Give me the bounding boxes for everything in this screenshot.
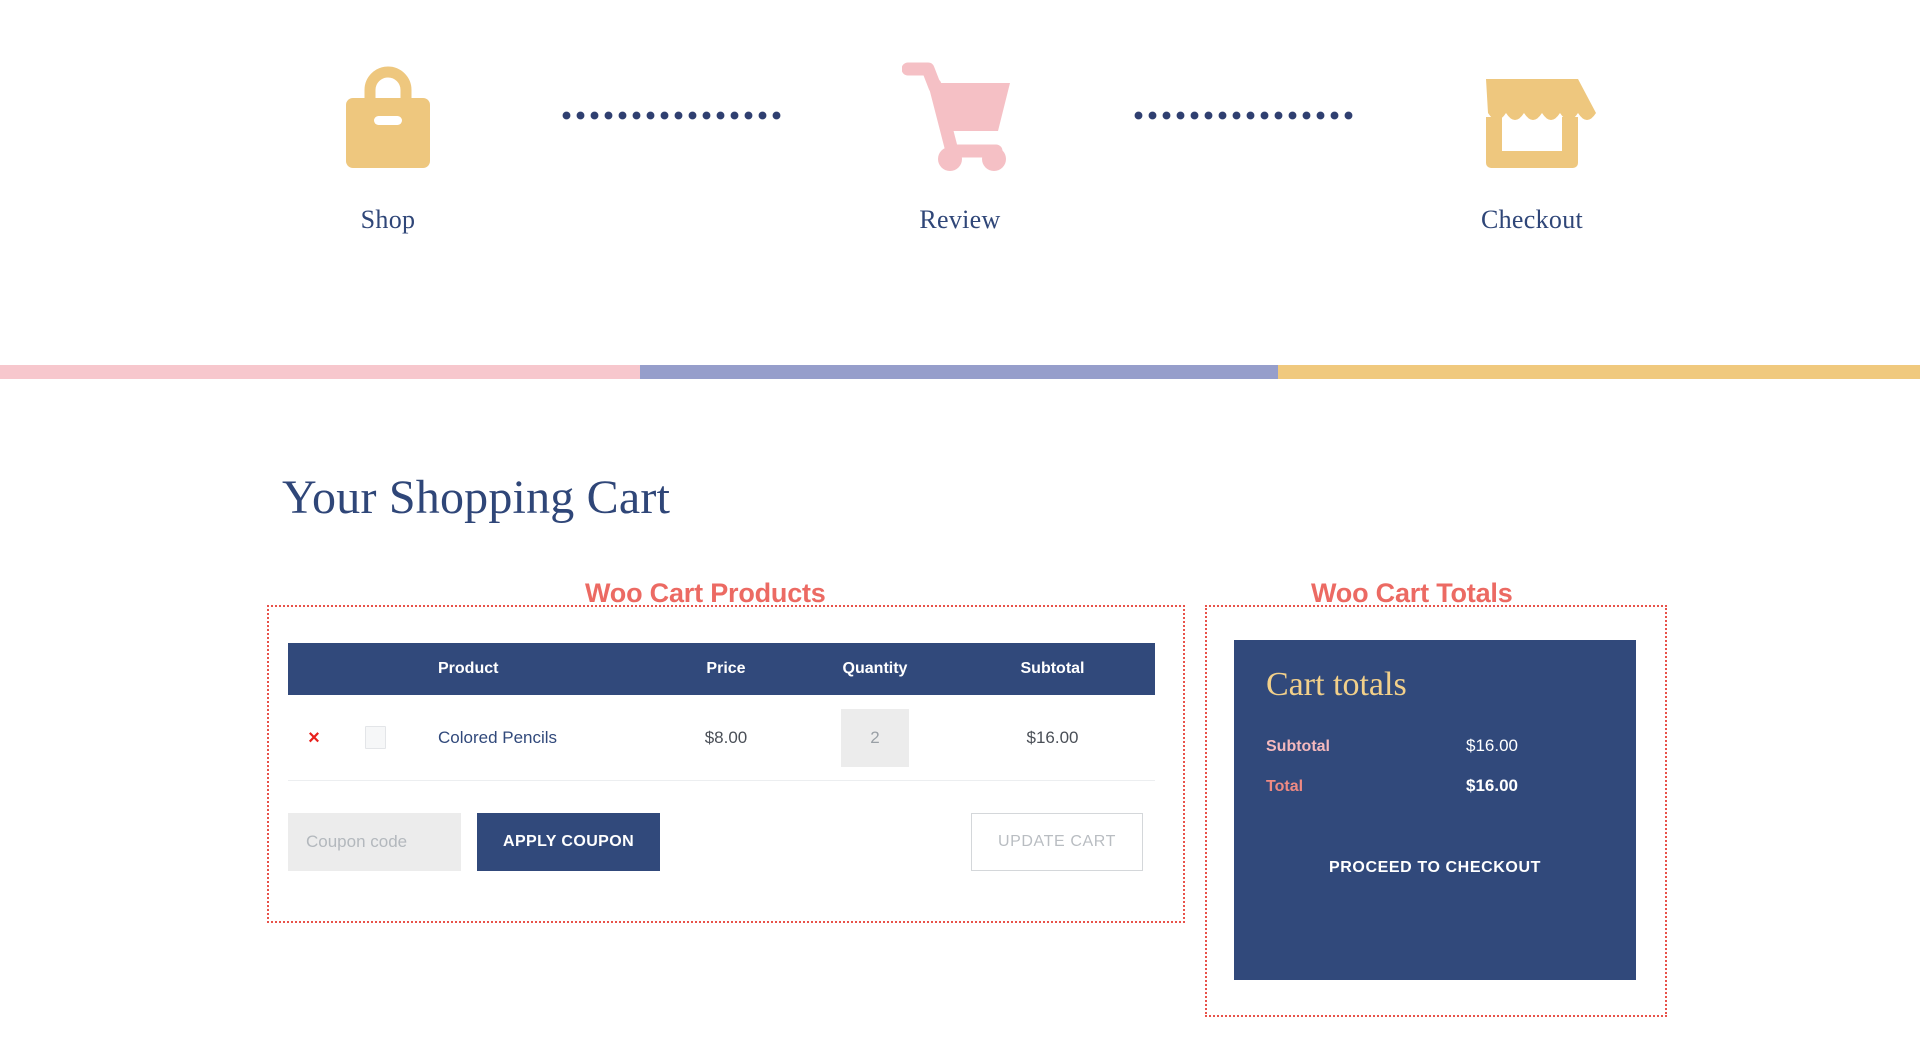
dotted-line-icon [1134, 110, 1358, 120]
remove-item-icon[interactable]: × [288, 728, 340, 748]
checkout-steps-header: Shop Review Checkout [0, 0, 1920, 379]
progress-strip [0, 365, 1920, 379]
coupon-row: APPLY COUPON UPDATE CART [288, 781, 1155, 891]
totals-row-total: Total $16.00 [1266, 776, 1604, 796]
shopping-cart-icon [902, 55, 1018, 175]
cart-totals-panel: Cart totals Subtotal $16.00 Total $16.00… [1234, 640, 1636, 980]
step-checkout-label: Checkout [1480, 205, 1584, 234]
steps-row: Shop Review Checkout [0, 0, 1920, 235]
page-title: Your Shopping Cart [282, 471, 671, 524]
shopping-bag-icon [340, 55, 436, 175]
cart-table-header: Product Price Quantity Subtotal [288, 643, 1155, 695]
step-review[interactable]: Review [834, 55, 1086, 235]
total-value: $16.00 [1466, 776, 1518, 795]
image-placeholder-icon [340, 726, 410, 749]
product-price: $8.00 [704, 727, 748, 747]
quantity-input[interactable] [841, 708, 909, 767]
connector-shop-review [514, 55, 834, 175]
product-cell: Colored Pencils [410, 728, 652, 748]
coupon-input[interactable] [288, 813, 461, 871]
column-price: Price [706, 660, 746, 677]
step-checkout[interactable]: Checkout [1406, 55, 1658, 235]
apply-coupon-button[interactable]: APPLY COUPON [477, 813, 661, 871]
quantity-cell [800, 708, 950, 767]
column-subtotal: Subtotal [1020, 660, 1085, 677]
product-name-link[interactable]: Colored Pencils [410, 728, 652, 748]
column-product: Product [438, 660, 499, 677]
total-label: Total [1266, 778, 1304, 795]
step-shop[interactable]: Shop [262, 55, 514, 235]
progress-segment-pink [0, 365, 640, 379]
step-shop-label: Shop [360, 205, 416, 234]
cart-totals-title: Cart totals [1266, 666, 1407, 703]
progress-segment-periwinkle [640, 365, 1278, 379]
progress-segment-gold [1278, 365, 1920, 379]
proceed-to-checkout-button[interactable]: PROCEED TO CHECKOUT [1266, 858, 1604, 878]
dotted-line-icon [562, 110, 786, 120]
step-review-label: Review [919, 205, 1001, 234]
cart-products-table: Product Price Quantity Subtotal × Colore… [288, 643, 1155, 891]
product-subtotal: $16.00 [1026, 727, 1079, 747]
column-quantity: Quantity [842, 660, 908, 677]
subtotal-label: Subtotal [1266, 738, 1330, 755]
subtotal-value: $16.00 [1466, 736, 1518, 755]
table-row: × Colored Pencils $8.00 $16.00 [288, 695, 1155, 781]
totals-row-subtotal: Subtotal $16.00 [1266, 736, 1604, 756]
connector-review-checkout [1086, 55, 1406, 175]
storefront-icon [1464, 55, 1600, 175]
update-cart-button[interactable]: UPDATE CART [970, 813, 1143, 871]
